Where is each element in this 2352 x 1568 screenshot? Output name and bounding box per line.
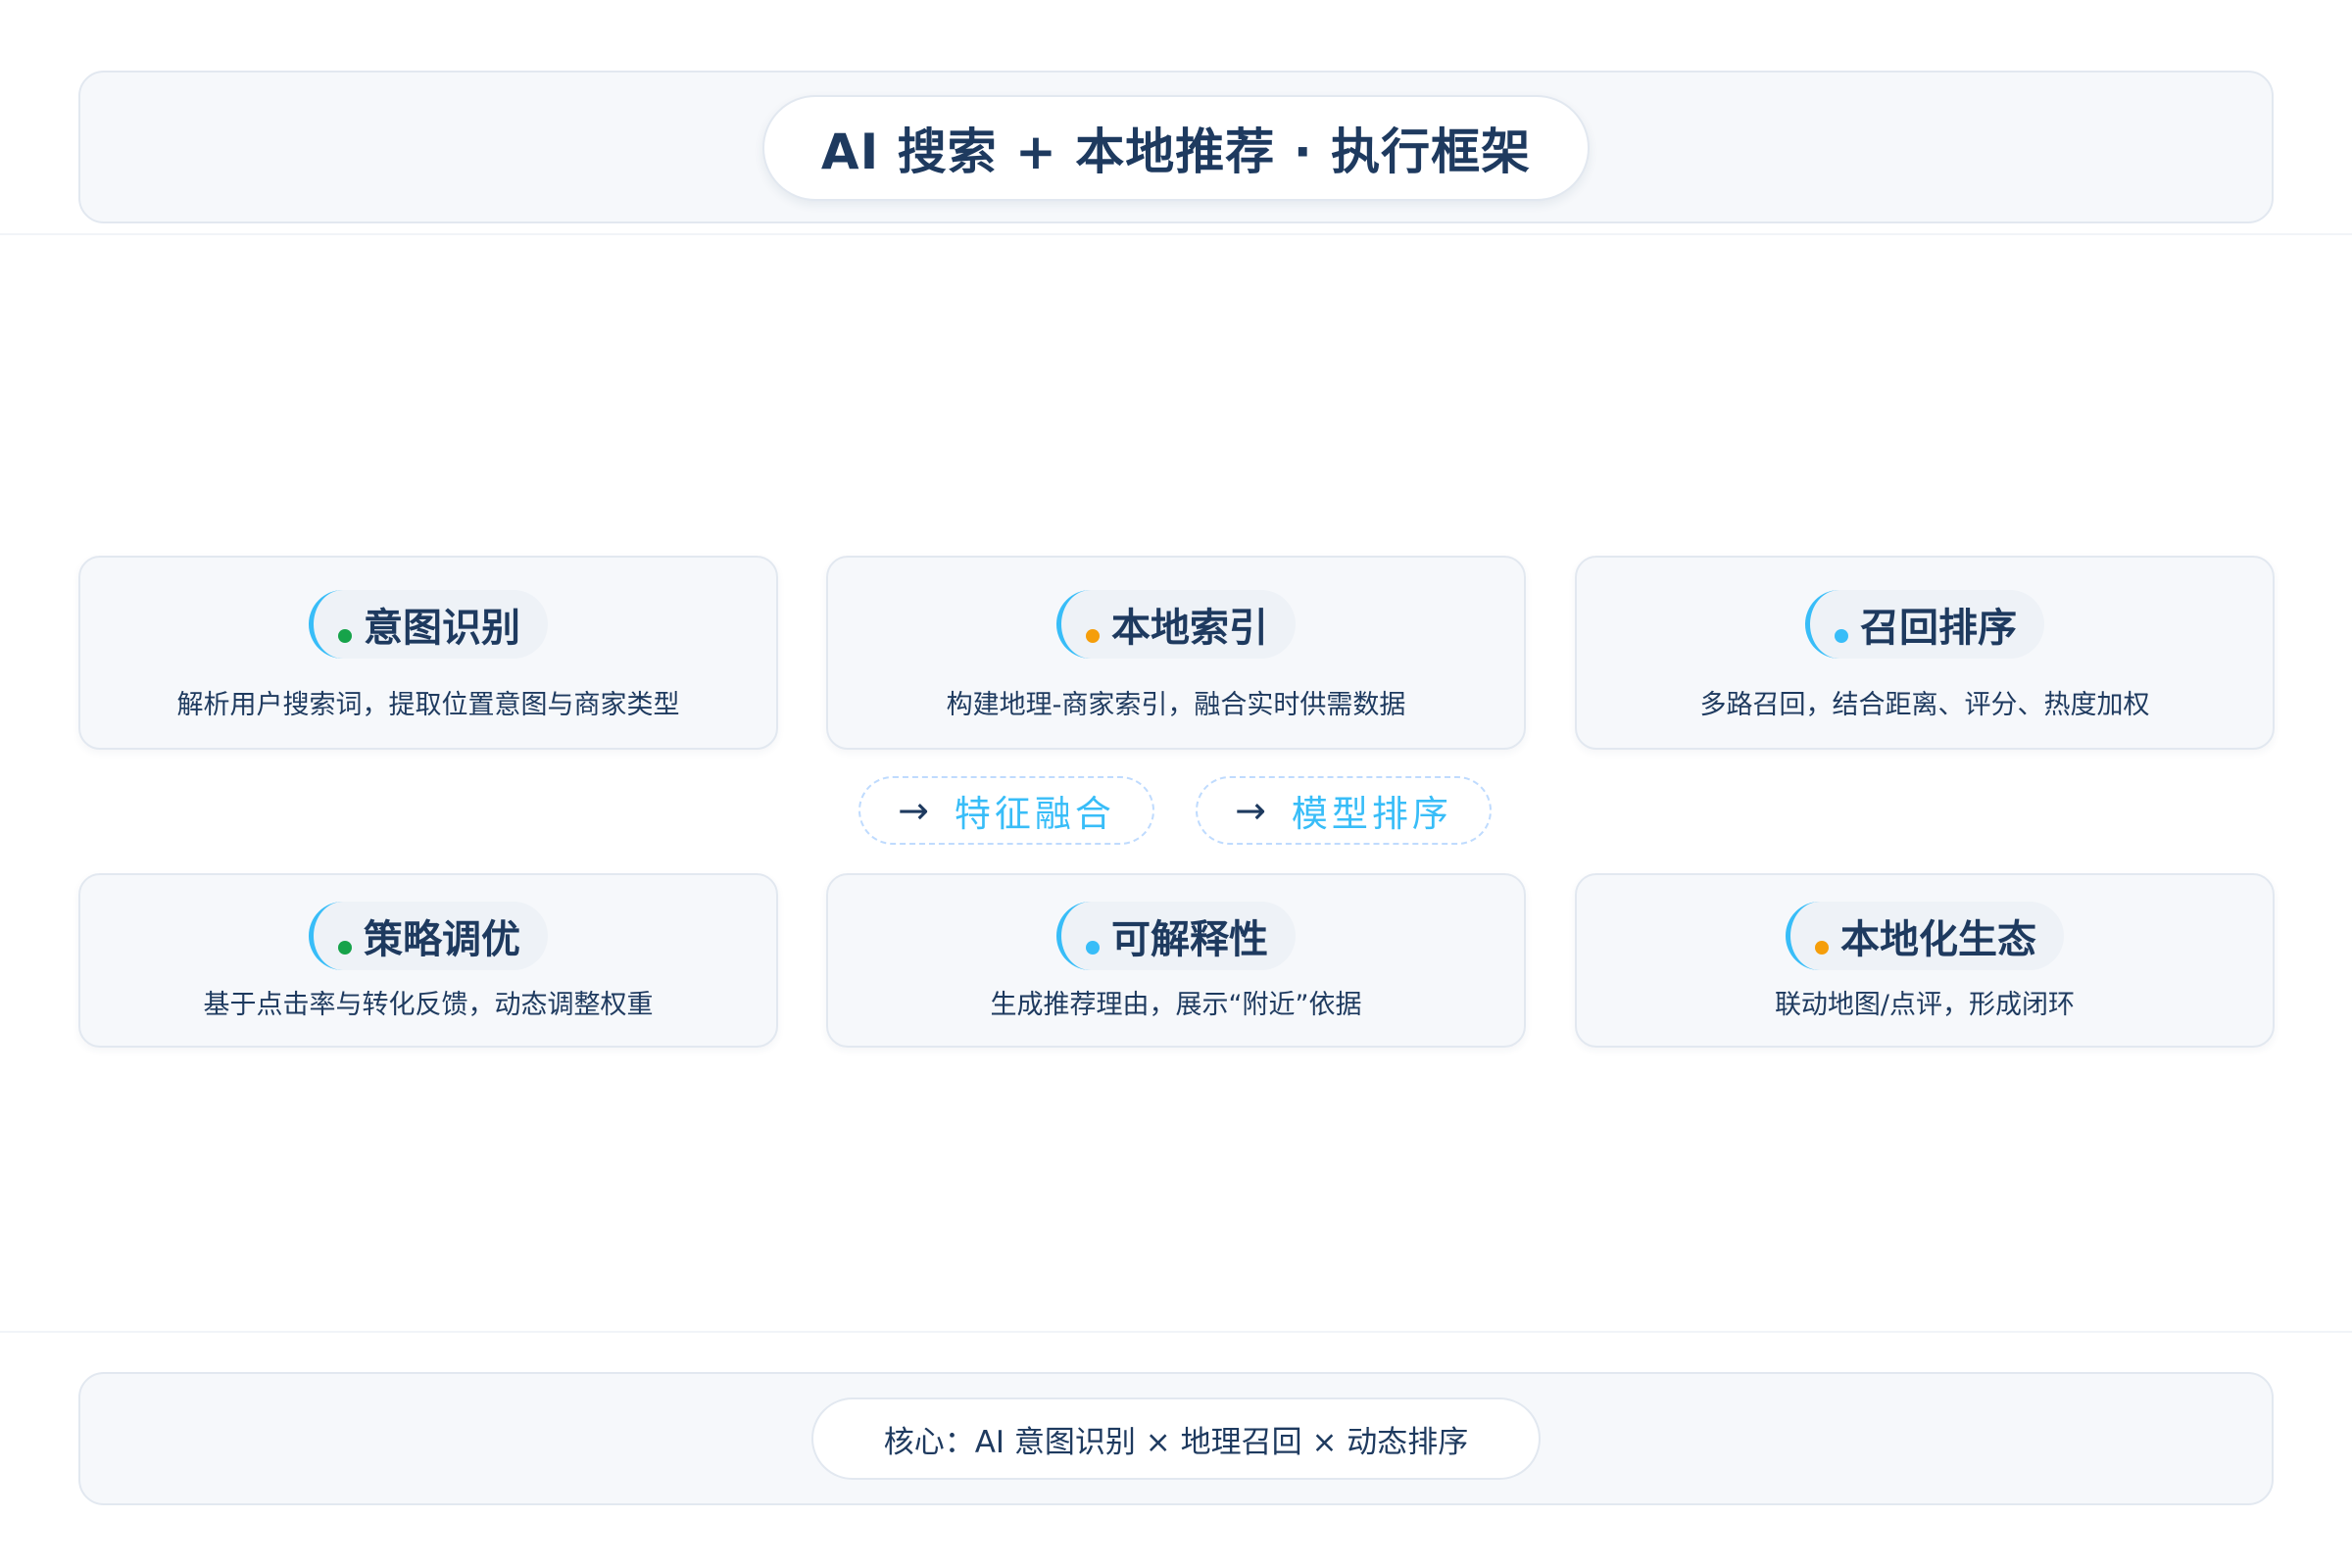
card-description: 解析用户搜索词，提取位置意图与商家类型 <box>176 690 680 720</box>
card-title-badge: 本地索引 <box>1056 590 1296 659</box>
card-title: 意图识别 <box>364 606 520 651</box>
arrow-right-icon: → <box>1235 789 1266 832</box>
core-summary: 核心：AI 意图识别 × 地理召回 × 动态排序 <box>811 1397 1541 1480</box>
status-dot-icon <box>1835 629 1848 643</box>
card-local-ecosystem: 本地化生态 联动地图/点评，形成闭环 <box>1575 873 2275 1048</box>
card-title: 本地化生态 <box>1840 917 2036 962</box>
arrow-right-icon: → <box>898 789 929 832</box>
status-dot-icon <box>338 629 352 643</box>
card-title: 召回排序 <box>1860 606 2017 651</box>
card-strategy-tuning: 策略调优 基于点击率与转化反馈，动态调整权重 <box>78 873 778 1048</box>
card-title-badge: 召回排序 <box>1805 590 2044 659</box>
divider <box>0 1331 2352 1333</box>
flow-step-label: 模型排序 <box>1291 793 1452 835</box>
card-intent-recognition: 意图识别 解析用户搜索词，提取位置意图与商家类型 <box>78 556 778 750</box>
card-title-badge: 本地化生态 <box>1786 902 2064 970</box>
flow-step-feature-fusion: → 特征融合 <box>858 776 1154 845</box>
card-description: 构建地理-商家索引，融合实时供需数据 <box>946 690 1406 720</box>
card-description: 联动地图/点评，形成闭环 <box>1774 990 2076 1020</box>
card-title-badge: 可解释性 <box>1056 902 1296 970</box>
card-description: 生成推荐理由，展示“附近”依据 <box>990 990 1362 1020</box>
card-title-badge: 策略调优 <box>309 902 548 970</box>
page-title: AI 搜索 + 本地推荐 · 执行框架 <box>762 95 1590 201</box>
badge-arc-icon <box>1056 902 1125 970</box>
card-description: 多路召回，结合距离、评分、热度加权 <box>1699 690 2150 720</box>
flow-step-label: 特征融合 <box>954 793 1115 835</box>
flow-step-model-ranking: → 模型排序 <box>1196 776 1492 845</box>
badge-arc-icon <box>1786 902 1854 970</box>
status-dot-icon <box>1086 629 1100 643</box>
card-explainability: 可解释性 生成推荐理由，展示“附近”依据 <box>826 873 1526 1048</box>
card-recall-ranking: 召回排序 多路召回，结合距离、评分、热度加权 <box>1575 556 2275 750</box>
badge-arc-icon <box>1056 590 1125 659</box>
card-title-badge: 意图识别 <box>309 590 548 659</box>
status-dot-icon <box>1815 941 1829 955</box>
badge-arc-icon <box>1805 590 1874 659</box>
card-description: 基于点击率与转化反馈，动态调整权重 <box>203 990 654 1020</box>
divider <box>0 233 2352 235</box>
card-title: 可解释性 <box>1111 917 1268 962</box>
badge-arc-icon <box>309 590 377 659</box>
badge-arc-icon <box>309 902 377 970</box>
card-title: 策略调优 <box>364 917 520 962</box>
card-local-index: 本地索引 构建地理-商家索引，融合实时供需数据 <box>826 556 1526 750</box>
status-dot-icon <box>1086 941 1100 955</box>
status-dot-icon <box>338 941 352 955</box>
card-title: 本地索引 <box>1111 606 1268 651</box>
